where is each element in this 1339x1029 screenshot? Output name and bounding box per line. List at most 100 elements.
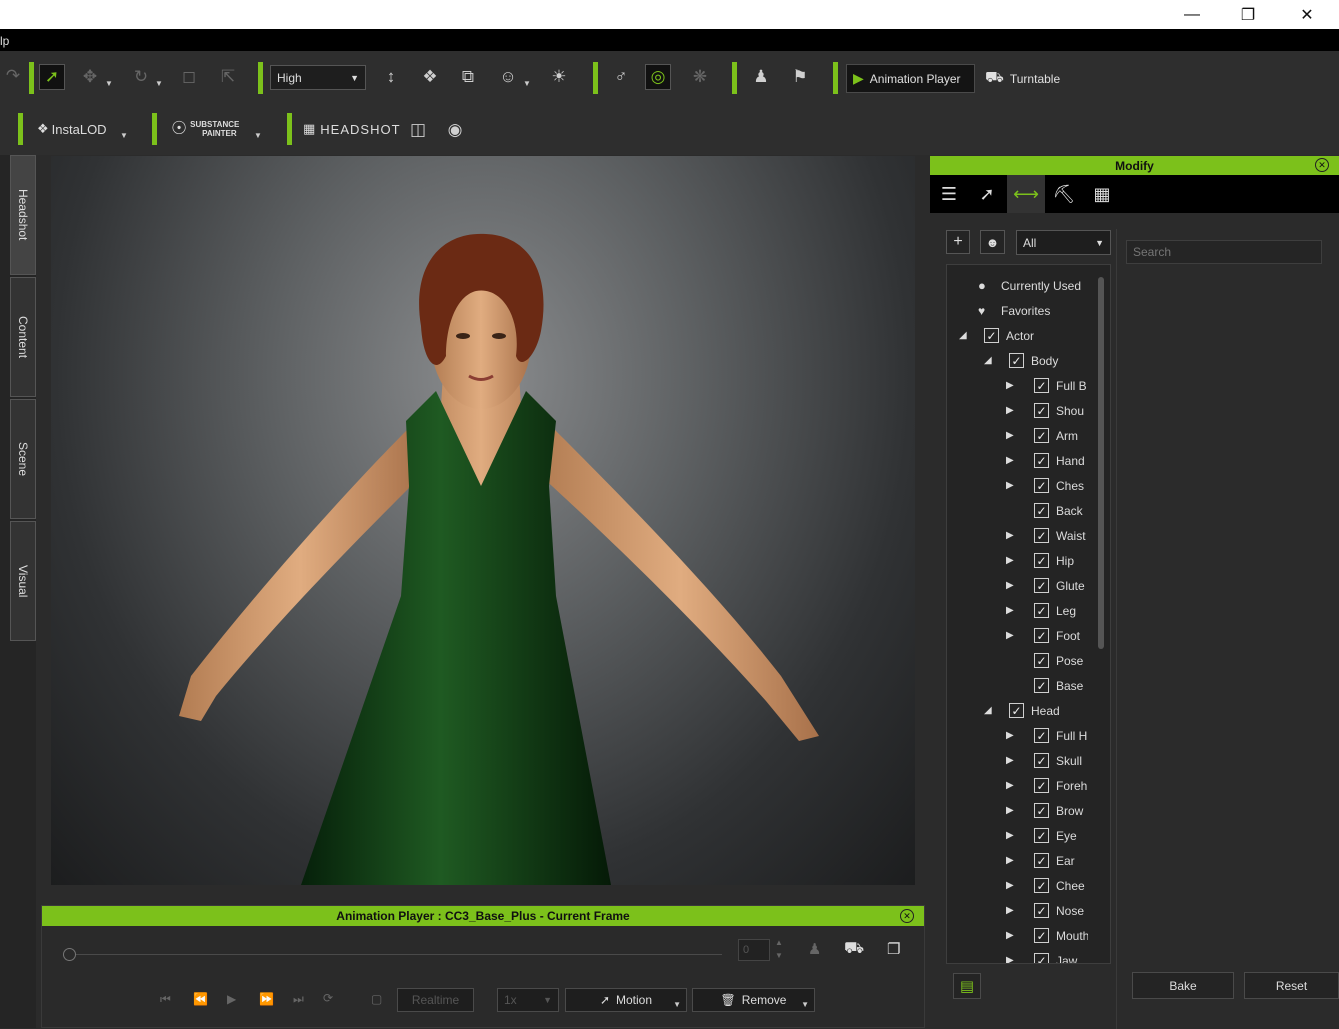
checkbox[interactable]: ✓ — [1034, 628, 1049, 643]
camera-view-icon[interactable]: ⧉ — [455, 64, 481, 90]
collapsed-icon[interactable]: ▶ — [1006, 805, 1014, 816]
close-icon[interactable]: ✕ — [900, 909, 914, 923]
turntable-button[interactable]: ⛟ Turntable — [985, 64, 1085, 93]
add-icon[interactable]: + — [946, 230, 970, 254]
tree-row[interactable]: ▶ ✓ Foot — [947, 623, 1107, 648]
bake-button[interactable]: Bake — [1132, 972, 1234, 999]
collapsed-icon[interactable]: ▶ — [1006, 530, 1014, 541]
checkbox[interactable]: ✓ — [1034, 553, 1049, 568]
checkbox[interactable]: ✓ — [1034, 953, 1049, 963]
fit-height-icon[interactable]: ↕ — [378, 64, 404, 90]
collapsed-icon[interactable]: ▶ — [1006, 830, 1014, 841]
mesh-icon[interactable]: ❋ — [687, 64, 713, 90]
collapsed-icon[interactable]: ▶ — [1006, 855, 1014, 866]
next-frame-icon[interactable]: ⏩ — [259, 992, 274, 1006]
checkbox[interactable]: ✓ — [1034, 778, 1049, 793]
tree-row[interactable]: ✓ Base — [947, 673, 1107, 698]
skip-start-icon[interactable]: ⏮ — [160, 992, 171, 1007]
tree-row[interactable]: ▶ ✓ Skull — [947, 748, 1107, 773]
tree-row[interactable]: ▶ ✓ Full B — [947, 373, 1107, 398]
scale-tool-icon[interactable]: ◻ — [176, 64, 202, 90]
expanded-icon[interactable]: ◢ — [984, 705, 992, 716]
user-settings-icon[interactable]: ☻ — [980, 230, 1005, 254]
minimize-icon[interactable]: — — [1169, 0, 1215, 29]
tree-row[interactable]: ▶ ✓ Ches — [947, 473, 1107, 498]
tab-content[interactable]: Content — [10, 277, 36, 397]
play-icon[interactable]: ▶ — [227, 992, 236, 1006]
collapsed-icon[interactable]: ▶ — [1006, 880, 1014, 891]
select-tool-icon[interactable]: ➚ — [39, 64, 65, 90]
collapsed-icon[interactable]: ▶ — [1006, 405, 1014, 416]
instalod-button[interactable]: ❖ InstaLOD — [37, 121, 107, 137]
frame-up-icon[interactable]: ▲ — [775, 938, 783, 947]
tree-row[interactable]: ▶ ✓ Hip — [947, 548, 1107, 573]
tree-row[interactable]: ✓ Pose — [947, 648, 1107, 673]
tree-row[interactable]: ▶ ✓ Full H — [947, 723, 1107, 748]
tree-row[interactable]: ♥ Favorites — [947, 298, 1107, 323]
morph-target-icon[interactable]: ◎ — [645, 64, 671, 90]
3d-viewport[interactable] — [51, 156, 915, 885]
collapsed-icon[interactable]: ▶ — [1006, 605, 1014, 616]
menu-item-help[interactable]: lp — [0, 34, 9, 48]
character-pose-icon[interactable]: ♟ — [748, 64, 774, 90]
tree-row[interactable]: ▶ ✓ Mouth — [947, 923, 1107, 948]
motion-pose-icon[interactable]: ➚ — [968, 175, 1006, 213]
checkbox[interactable]: ✓ — [1034, 878, 1049, 893]
checkbox[interactable]: ✓ — [1034, 578, 1049, 593]
collapsed-icon[interactable]: ▶ — [1006, 580, 1014, 591]
frame-down-icon[interactable]: ▼ — [775, 951, 783, 960]
tree-row[interactable]: ▶ ✓ Foreh — [947, 773, 1107, 798]
move-tool-icon[interactable]: ✥ — [77, 64, 103, 90]
checkbox[interactable]: ✓ — [1034, 828, 1049, 843]
face-view-icon[interactable]: ☺ — [495, 64, 521, 90]
collapsed-icon[interactable]: ▶ — [1006, 955, 1014, 963]
checkbox[interactable]: ✓ — [1034, 753, 1049, 768]
checkbox[interactable]: ✓ — [1034, 603, 1049, 618]
substance-painter-button[interactable]: ☉ SUBSTANCE PAINTER — [171, 118, 239, 139]
rotate-tool-dropdown-icon[interactable]: ▼ — [155, 79, 163, 88]
checker-texture-icon[interactable]: ▦ — [1083, 175, 1121, 213]
morph-icon[interactable]: ⟷ — [1007, 175, 1045, 213]
move-tool-dropdown-icon[interactable]: ▼ — [105, 79, 113, 88]
collapsed-icon[interactable]: ▶ — [1006, 555, 1014, 566]
collapsed-icon[interactable]: ▶ — [1006, 480, 1014, 491]
checkbox[interactable]: ✓ — [1034, 928, 1049, 943]
light-icon[interactable]: ☀ — [546, 64, 572, 90]
camera-switch-icon[interactable]: ⛟ — [844, 939, 864, 959]
checkbox[interactable]: ✓ — [1034, 803, 1049, 818]
tree-row[interactable]: ▶ ✓ Jaw — [947, 948, 1107, 963]
checkbox[interactable]: ✓ — [1034, 478, 1049, 493]
collapsed-icon[interactable]: ▶ — [1006, 930, 1014, 941]
redo-icon[interactable]: ↷ — [0, 63, 26, 89]
flag-icon[interactable]: ⚑ — [787, 64, 813, 90]
collapsed-icon[interactable]: ▶ — [1006, 730, 1014, 741]
checkbox[interactable]: ✓ — [984, 328, 999, 343]
tree-row[interactable]: ▶ ✓ Ear — [947, 848, 1107, 873]
tree-row[interactable]: ◢ ✓ Actor — [947, 323, 1107, 348]
expanded-icon[interactable]: ◢ — [984, 355, 992, 366]
speed-dropdown[interactable]: 1x ▼ — [497, 988, 559, 1012]
search-input[interactable] — [1126, 240, 1322, 264]
checkbox[interactable]: ✓ — [1034, 453, 1049, 468]
detach-window-icon[interactable]: ❐ — [887, 940, 900, 958]
tree-row[interactable]: ▶ ✓ Brow — [947, 798, 1107, 823]
expanded-icon[interactable]: ◢ — [959, 330, 967, 341]
close-window-icon[interactable]: ✕ — [1284, 0, 1330, 29]
remove-button[interactable]: 🗑 Remove ▼ — [692, 988, 815, 1012]
frame-input[interactable]: 0 — [738, 939, 770, 961]
tree-row[interactable]: ▶ ✓ Hand — [947, 448, 1107, 473]
character-icon[interactable]: ♟ — [808, 940, 821, 958]
tree-scrollbar[interactable] — [1098, 277, 1104, 649]
tree-row[interactable]: ◢ ✓ Head — [947, 698, 1107, 723]
tab-scene[interactable]: Scene — [10, 399, 36, 519]
headshot-head-icon[interactable]: ◉ — [442, 117, 468, 143]
tree-row[interactable]: ▶ ✓ Shou — [947, 398, 1107, 423]
checkbox[interactable]: ✓ — [1009, 703, 1024, 718]
tab-headshot[interactable]: Headshot — [10, 155, 36, 275]
rotate-tool-icon[interactable]: ↻ — [128, 64, 154, 90]
timeline-track[interactable] — [70, 954, 722, 955]
headshot-button[interactable]: ▦ HEADSHOT — [303, 121, 401, 137]
checkbox[interactable]: ✓ — [1034, 528, 1049, 543]
instalod-dropdown-icon[interactable]: ▼ — [120, 131, 128, 140]
checkbox[interactable]: ✓ — [1034, 728, 1049, 743]
